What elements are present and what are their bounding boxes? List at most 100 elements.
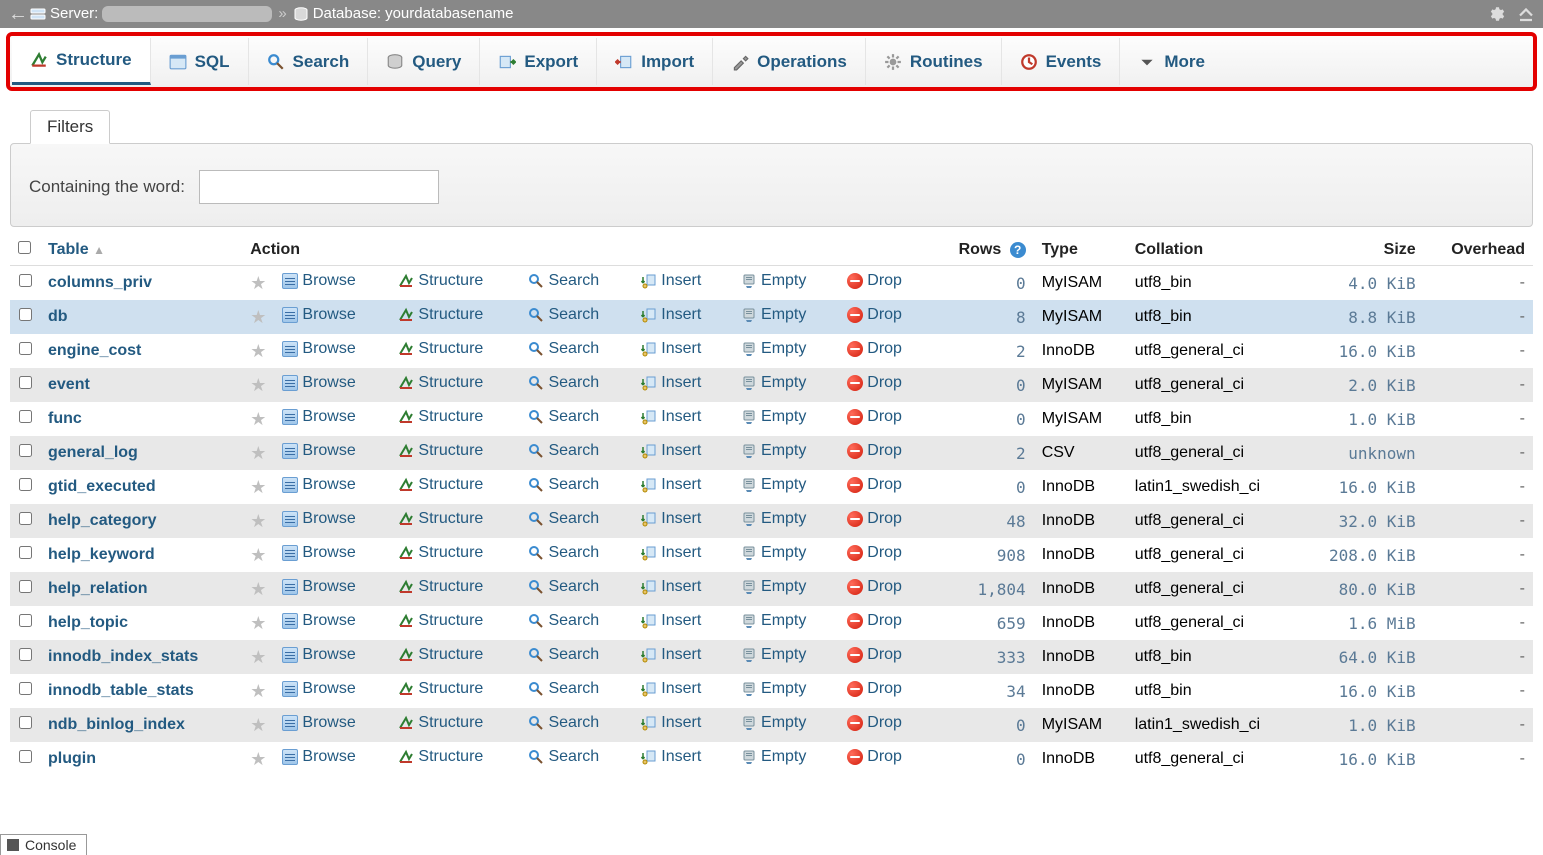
browse-link[interactable]: Browse	[282, 510, 355, 528]
empty-link[interactable]: Empty	[741, 442, 806, 460]
row-checkbox[interactable]	[19, 444, 32, 457]
star-icon[interactable]: ★	[250, 681, 266, 701]
insert-link[interactable]: Insert	[641, 544, 701, 562]
structure-link[interactable]: Structure	[398, 578, 483, 596]
table-name-link[interactable]: db	[48, 308, 68, 325]
search-link[interactable]: Search	[528, 748, 599, 766]
star-icon[interactable]: ★	[250, 579, 266, 599]
search-link[interactable]: Search	[528, 374, 599, 392]
structure-link[interactable]: Structure	[398, 408, 483, 426]
table-name-link[interactable]: help_relation	[48, 580, 148, 597]
structure-link[interactable]: Structure	[398, 646, 483, 664]
search-link[interactable]: Search	[528, 476, 599, 494]
star-icon[interactable]: ★	[250, 307, 266, 327]
search-link[interactable]: Search	[528, 680, 599, 698]
search-link[interactable]: Search	[528, 408, 599, 426]
drop-link[interactable]: Drop	[847, 646, 902, 664]
drop-link[interactable]: Drop	[847, 544, 902, 562]
row-checkbox[interactable]	[19, 410, 32, 423]
insert-link[interactable]: Insert	[641, 374, 701, 392]
database-name[interactable]: yourdatabasename	[385, 0, 513, 28]
empty-link[interactable]: Empty	[741, 476, 806, 494]
tab-search[interactable]: Search	[249, 38, 369, 85]
browse-link[interactable]: Browse	[282, 442, 355, 460]
table-name-link[interactable]: innodb_index_stats	[48, 648, 198, 665]
search-link[interactable]: Search	[528, 578, 599, 596]
table-name-link[interactable]: engine_cost	[48, 342, 141, 359]
browse-link[interactable]: Browse	[282, 680, 355, 698]
row-checkbox[interactable]	[19, 342, 32, 355]
browse-link[interactable]: Browse	[282, 408, 355, 426]
collapse-icon[interactable]	[1517, 0, 1535, 28]
drop-link[interactable]: Drop	[847, 680, 902, 698]
row-checkbox[interactable]	[19, 750, 32, 763]
structure-link[interactable]: Structure	[398, 748, 483, 766]
row-checkbox[interactable]	[19, 546, 32, 559]
drop-link[interactable]: Drop	[847, 340, 902, 358]
drop-link[interactable]: Drop	[847, 714, 902, 732]
table-name-link[interactable]: help_keyword	[48, 546, 155, 563]
drop-link[interactable]: Drop	[847, 306, 902, 324]
browse-link[interactable]: Browse	[282, 544, 355, 562]
nav-back-icon[interactable]: ←	[8, 0, 26, 28]
tab-events[interactable]: Events	[1002, 38, 1121, 85]
drop-link[interactable]: Drop	[847, 612, 902, 630]
table-name-link[interactable]: columns_priv	[48, 274, 152, 291]
table-name-link[interactable]: plugin	[48, 750, 96, 767]
drop-link[interactable]: Drop	[847, 476, 902, 494]
tab-operations[interactable]: Operations	[713, 38, 866, 85]
browse-link[interactable]: Browse	[282, 272, 355, 290]
row-checkbox[interactable]	[19, 614, 32, 627]
empty-link[interactable]: Empty	[741, 408, 806, 426]
table-name-link[interactable]: help_topic	[48, 614, 128, 631]
star-icon[interactable]: ★	[250, 375, 266, 395]
browse-link[interactable]: Browse	[282, 748, 355, 766]
select-all-checkbox[interactable]	[18, 241, 31, 254]
star-icon[interactable]: ★	[250, 613, 266, 633]
col-type[interactable]: Type	[1034, 235, 1127, 266]
table-name-link[interactable]: innodb_table_stats	[48, 682, 194, 699]
row-checkbox[interactable]	[19, 512, 32, 525]
star-icon[interactable]: ★	[250, 409, 266, 429]
empty-link[interactable]: Empty	[741, 680, 806, 698]
star-icon[interactable]: ★	[250, 477, 266, 497]
row-checkbox[interactable]	[19, 376, 32, 389]
empty-link[interactable]: Empty	[741, 714, 806, 732]
insert-link[interactable]: Insert	[641, 646, 701, 664]
drop-link[interactable]: Drop	[847, 748, 902, 766]
browse-link[interactable]: Browse	[282, 476, 355, 494]
filters-input[interactable]	[199, 170, 439, 204]
search-link[interactable]: Search	[528, 544, 599, 562]
insert-link[interactable]: Insert	[641, 748, 701, 766]
col-table[interactable]: Table ▲	[40, 235, 242, 266]
row-checkbox[interactable]	[19, 580, 32, 593]
drop-link[interactable]: Drop	[847, 408, 902, 426]
insert-link[interactable]: Insert	[641, 306, 701, 324]
star-icon[interactable]: ★	[250, 511, 266, 531]
browse-link[interactable]: Browse	[282, 714, 355, 732]
tab-structure[interactable]: Structure	[12, 38, 151, 85]
drop-link[interactable]: Drop	[847, 374, 902, 392]
search-link[interactable]: Search	[528, 510, 599, 528]
empty-link[interactable]: Empty	[741, 612, 806, 630]
tab-more[interactable]: More	[1120, 38, 1223, 85]
browse-link[interactable]: Browse	[282, 578, 355, 596]
drop-link[interactable]: Drop	[847, 442, 902, 460]
star-icon[interactable]: ★	[250, 341, 266, 361]
row-checkbox[interactable]	[19, 308, 32, 321]
insert-link[interactable]: Insert	[641, 340, 701, 358]
star-icon[interactable]: ★	[250, 545, 266, 565]
gear-icon[interactable]	[1487, 0, 1505, 28]
empty-link[interactable]: Empty	[741, 374, 806, 392]
browse-link[interactable]: Browse	[282, 374, 355, 392]
insert-link[interactable]: Insert	[641, 612, 701, 630]
structure-link[interactable]: Structure	[398, 306, 483, 324]
table-name-link[interactable]: general_log	[48, 444, 138, 461]
tab-sql[interactable]: SQL	[151, 38, 249, 85]
structure-link[interactable]: Structure	[398, 510, 483, 528]
table-name-link[interactable]: func	[48, 410, 82, 427]
browse-link[interactable]: Browse	[282, 646, 355, 664]
search-link[interactable]: Search	[528, 612, 599, 630]
console-toggle[interactable]: Console	[0, 834, 87, 855]
browse-link[interactable]: Browse	[282, 306, 355, 324]
